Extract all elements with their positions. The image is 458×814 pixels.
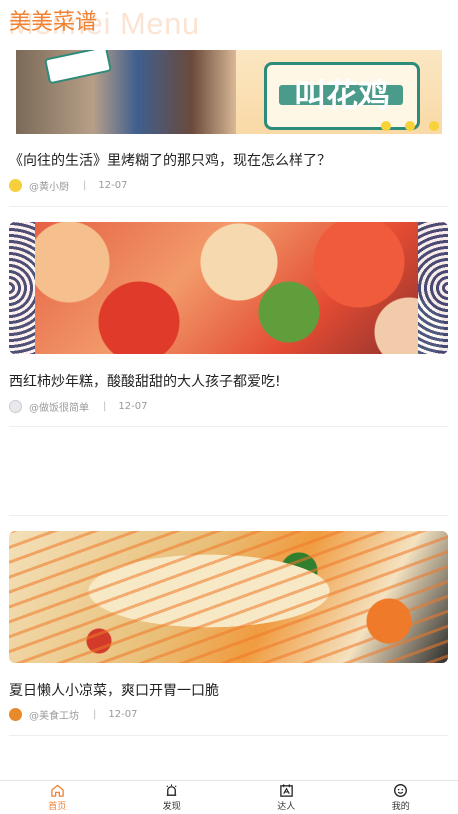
bottom-tab-bar: 首页 发现 达人 我的 bbox=[0, 780, 458, 814]
avatar[interactable] bbox=[9, 179, 22, 192]
home-icon bbox=[50, 783, 65, 798]
author-name[interactable]: @做饭很简单 bbox=[29, 399, 89, 414]
photo-texture bbox=[9, 531, 448, 663]
meta-separator: | bbox=[103, 401, 106, 412]
recipe-meta: @美食工坊 | 12-07 bbox=[9, 707, 137, 721]
divider bbox=[9, 206, 448, 207]
divider bbox=[9, 426, 448, 427]
tab-expert[interactable]: 达人 bbox=[229, 781, 344, 814]
tab-label: 发现 bbox=[163, 799, 181, 812]
banner-text: 叫花鸡 bbox=[267, 77, 417, 113]
recipe-feed[interactable]: 叫花鸡 《向往的生活》里烤糊了的那只鸡，现在怎么样了？ @黄小厨 | 12-07… bbox=[0, 0, 458, 780]
avatar[interactable] bbox=[9, 400, 22, 413]
tab-home[interactable]: 首页 bbox=[0, 781, 115, 814]
recipe-title[interactable]: 夏日懒人小凉菜，爽口开胃一口脆 bbox=[9, 680, 219, 700]
recipe-meta: @做饭很简单 | 12-07 bbox=[9, 399, 147, 413]
post-date: 12-07 bbox=[98, 180, 127, 191]
post-date: 12-07 bbox=[108, 709, 137, 720]
recipe-image[interactable]: 叫花鸡 bbox=[16, 50, 442, 134]
recipe-image[interactable] bbox=[9, 222, 448, 354]
emoji-dots bbox=[376, 120, 442, 132]
tab-label: 达人 bbox=[277, 799, 295, 812]
discover-icon bbox=[164, 783, 179, 798]
author-name[interactable]: @美食工坊 bbox=[29, 707, 79, 722]
author-name[interactable]: @黄小厨 bbox=[29, 178, 69, 193]
app-header: Meimei Menu 美美菜谱 bbox=[0, 0, 458, 44]
tab-discover[interactable]: 发现 bbox=[115, 781, 230, 814]
tab-label: 首页 bbox=[48, 799, 66, 812]
recipe-image[interactable] bbox=[9, 531, 448, 663]
recipe-meta: @黄小厨 | 12-07 bbox=[9, 178, 127, 192]
meta-separator: | bbox=[83, 180, 86, 191]
divider bbox=[9, 515, 448, 516]
tab-profile[interactable]: 我的 bbox=[344, 781, 458, 814]
expert-icon bbox=[279, 783, 294, 798]
app-title: 美美菜谱 bbox=[9, 4, 97, 36]
profile-icon bbox=[393, 783, 408, 798]
recipe-title[interactable]: 《向往的生活》里烤糊了的那只鸡，现在怎么样了？ bbox=[9, 150, 331, 170]
divider bbox=[9, 735, 448, 736]
recipe-title[interactable]: 西红柿炒年糕，酸酸甜甜的大人孩子都爱吃! bbox=[9, 371, 281, 391]
meta-separator: | bbox=[93, 709, 96, 720]
avatar[interactable] bbox=[9, 708, 22, 721]
post-date: 12-07 bbox=[118, 401, 147, 412]
tab-label: 我的 bbox=[392, 799, 410, 812]
